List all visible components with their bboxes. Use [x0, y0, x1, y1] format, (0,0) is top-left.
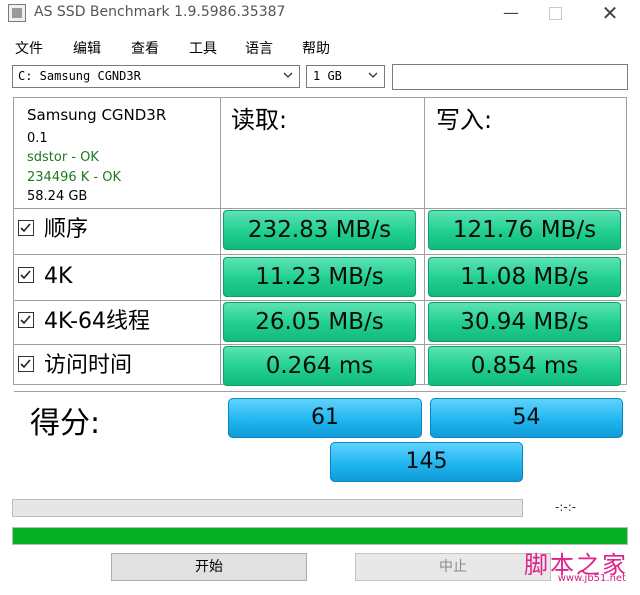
write-value-4k: 11.08 MB/s: [428, 257, 621, 297]
title-bar: AS SSD Benchmark 1.9.5986.35387 — ✕: [0, 0, 640, 26]
test-row-4k-64[interactable]: 4K-64线程: [18, 300, 150, 344]
menu-language[interactable]: 语言: [245, 38, 273, 58]
write-value-4k-64: 30.94 MB/s: [428, 302, 621, 342]
text-input[interactable]: [392, 64, 628, 90]
total-score: 145: [330, 442, 523, 482]
menu-view[interactable]: 查看: [131, 38, 159, 58]
read-value-seq: 232.83 MB/s: [223, 210, 416, 250]
test-row-access-time[interactable]: 访问时间: [18, 344, 132, 388]
drive-select[interactable]: C: Samsung CGND3R: [12, 65, 300, 88]
test-label: 顺序: [44, 217, 89, 242]
minimize-button[interactable]: —: [488, 0, 534, 26]
write-value-seq: 121.76 MB/s: [428, 210, 621, 250]
read-value-4k-64: 26.05 MB/s: [223, 302, 416, 342]
drive-name: Samsung CGND3R: [27, 106, 167, 124]
drive-select-value: C: Samsung CGND3R: [18, 69, 141, 83]
test-row-seq[interactable]: 顺序: [18, 208, 88, 252]
elapsed-time: -:-:-: [555, 500, 577, 514]
menu-help[interactable]: 帮助: [302, 38, 330, 58]
firmware-version: 0.1: [27, 131, 48, 146]
divider: [424, 98, 425, 384]
divider: [14, 208, 626, 209]
checkbox-checked-icon[interactable]: [18, 267, 34, 283]
menu-tools[interactable]: 工具: [189, 38, 217, 58]
write-header: 写入:: [436, 106, 493, 134]
driver-status: sdstor - OK: [27, 150, 99, 165]
menu-edit[interactable]: 编辑: [73, 38, 101, 58]
progress-fill: [13, 528, 627, 544]
test-progress-bar: [12, 499, 523, 517]
read-value-4k: 11.23 MB/s: [223, 257, 416, 297]
divider: [14, 391, 626, 392]
test-size-value: 1 GB: [313, 69, 342, 83]
test-label: 4K: [44, 264, 73, 289]
test-row-4k[interactable]: 4K: [18, 255, 72, 299]
divider: [14, 254, 626, 255]
checkbox-checked-icon[interactable]: [18, 312, 34, 328]
chevron-down-icon: [368, 70, 378, 80]
close-button[interactable]: ✕: [587, 0, 633, 26]
watermark-url: www.jb51.net: [557, 573, 626, 584]
watermark: 脚本之家 www.jb51.net: [510, 545, 640, 595]
read-value-access-time: 0.264 ms: [223, 346, 416, 386]
menu-bar: 文件 编辑 查看 工具 语言 帮助: [0, 36, 640, 58]
test-size-select[interactable]: 1 GB: [306, 65, 385, 88]
window-title: AS SSD Benchmark 1.9.5986.35387: [34, 4, 286, 20]
alignment-status: 234496 K - OK: [27, 170, 121, 185]
score-label: 得分:: [30, 406, 101, 441]
read-header: 读取:: [231, 106, 288, 134]
write-value-access-time: 0.854 ms: [428, 346, 621, 386]
app-icon: [8, 4, 26, 22]
read-score: 61: [228, 398, 422, 438]
write-score: 54: [430, 398, 623, 438]
maximize-button[interactable]: [532, 0, 578, 26]
menu-file[interactable]: 文件: [15, 38, 43, 58]
checkbox-checked-icon[interactable]: [18, 356, 34, 372]
checkbox-checked-icon[interactable]: [18, 220, 34, 236]
start-button[interactable]: 开始: [111, 553, 307, 581]
divider: [220, 98, 221, 384]
test-label: 4K-64线程: [44, 309, 151, 334]
chevron-down-icon: [283, 70, 293, 80]
overall-progress-bar: [12, 527, 628, 545]
test-label: 访问时间: [44, 353, 133, 378]
drive-capacity: 58.24 GB: [27, 189, 88, 204]
